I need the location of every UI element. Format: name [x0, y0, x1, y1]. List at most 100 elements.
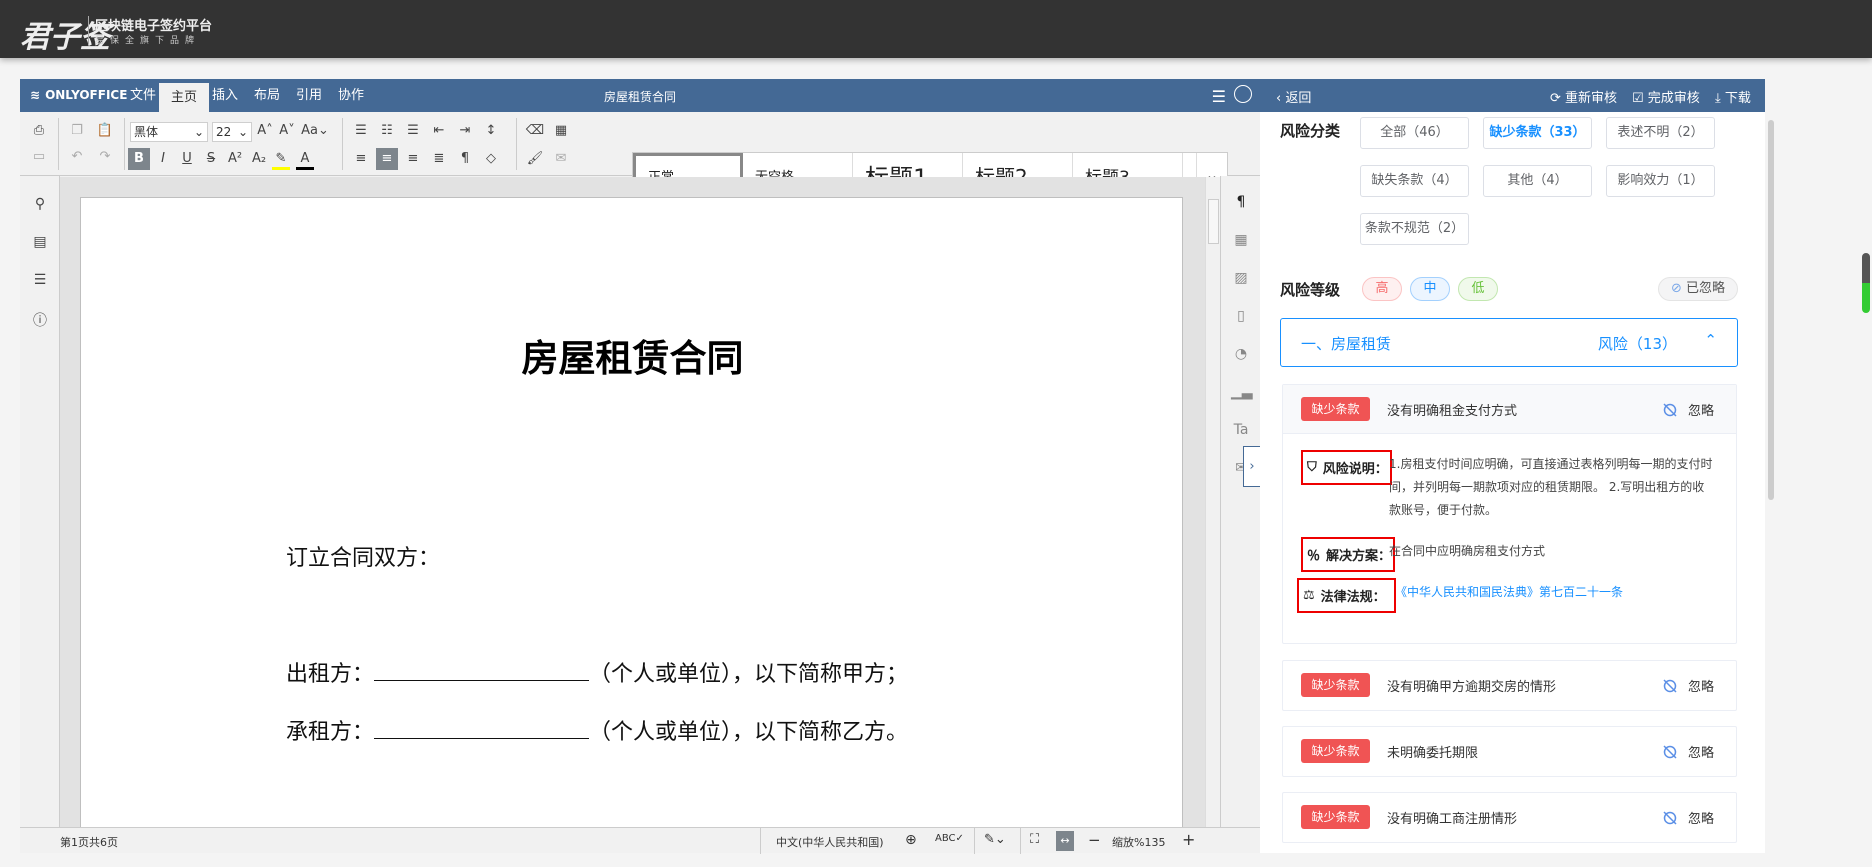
page-scrollbar[interactable] [1862, 253, 1870, 313]
ignore-button[interactable]: 忽略 [1662, 676, 1714, 695]
decrease-indent-icon[interactable]: ⇤ [428, 120, 450, 142]
redo-icon[interactable]: ↷ [94, 146, 116, 168]
ignored-filter-button[interactable]: ⊘ 已忽略 [1658, 277, 1738, 301]
risk-card[interactable]: 缺少条款 没有明确甲方逾期交房的情形 忽略 [1282, 660, 1737, 711]
law-link[interactable]: 《中华人民共和国民法典》第七百二十一条 [1395, 581, 1716, 604]
zoom-out-button[interactable]: − [1088, 831, 1101, 849]
numbering-icon[interactable]: ☷ [376, 120, 398, 142]
level-low[interactable]: 低 [1458, 277, 1498, 301]
review-panel: ‹ 返回 ⟳ 重新审核 ☑ 完成审核 ⤓ 下载 风险分类 全部（46） 缺少条款… [1260, 79, 1765, 853]
search-icon[interactable]: ⚲ [30, 196, 50, 216]
align-center-icon[interactable]: ≡ [376, 148, 398, 170]
textart-settings-icon[interactable]: Ta [1231, 422, 1251, 442]
document-scrollbar[interactable] [1205, 177, 1220, 827]
print-icon[interactable]: ⎙ [28, 120, 50, 142]
user-icon[interactable] [1234, 85, 1252, 103]
back-button[interactable]: ‹ 返回 [1276, 87, 1311, 106]
category-missing-clause[interactable]: 缺少条款（33） [1483, 117, 1592, 149]
category-all[interactable]: 全部（46） [1360, 117, 1469, 149]
multilevel-icon[interactable]: ☰ [402, 120, 424, 142]
italic-button[interactable]: I [152, 148, 174, 170]
category-validity[interactable]: 影响效力（1） [1606, 165, 1715, 197]
bold-button[interactable]: B [128, 148, 150, 170]
header-footer-icon[interactable]: ▯ [1231, 308, 1251, 328]
strikethrough-button[interactable]: S [200, 148, 222, 170]
globe-icon[interactable]: ⊕ [905, 832, 917, 848]
ignore-button[interactable]: 忽略 [1662, 742, 1714, 761]
category-other[interactable]: 其他（4） [1483, 165, 1592, 197]
spellcheck-icon[interactable]: ABC✓ [935, 833, 964, 844]
level-high[interactable]: 高 [1362, 277, 1402, 301]
document-canvas[interactable]: 房屋租赁合同 订立合同双方： 出租方： （个人或单位），以下简称甲方； 承租方： （… [60, 177, 1205, 827]
risk-tag: 缺少条款 [1301, 805, 1370, 829]
track-changes-icon[interactable]: ✎⌄ [984, 832, 1006, 847]
document-page[interactable]: 房屋租赁合同 订立合同双方： 出租方： （个人或单位），以下简称甲方； 承租方： （… [80, 197, 1183, 827]
menu-icon[interactable]: ☰ [1212, 87, 1226, 106]
line-spacing-icon[interactable]: ↕ [480, 120, 502, 142]
mail-merge-icon[interactable]: ✉ [550, 148, 572, 170]
font-size-select[interactable]: 22 ⌄ [212, 122, 252, 142]
paragraph-mark-icon[interactable]: ¶ [454, 148, 476, 170]
divider [1020, 828, 1021, 854]
shape-settings-icon[interactable]: ◔ [1231, 346, 1251, 366]
save-icon[interactable]: ▭ [28, 146, 50, 168]
risk-card[interactable]: 缺少条款 没有明确工商注册情形 忽略 [1282, 792, 1737, 843]
color-scheme-icon[interactable]: ▦ [550, 120, 572, 142]
paragraph-settings-icon[interactable]: ¶ [1231, 194, 1251, 214]
align-left-icon[interactable]: ≡ [350, 148, 372, 170]
subscript-button[interactable]: A₂ [248, 148, 270, 170]
ignore-button[interactable]: 忽略 [1662, 400, 1714, 419]
info-icon[interactable]: ⓘ [30, 310, 50, 330]
tab-collaboration[interactable]: 协作 [326, 79, 376, 112]
language-select[interactable]: 中文(中华人民共和国) [776, 834, 884, 850]
recheck-button[interactable]: ⟳ 重新审核 [1550, 87, 1617, 106]
section-header[interactable]: 一、房屋租赁 风险（13） ⌃ [1280, 318, 1738, 367]
fit-width-icon[interactable]: ↔ [1056, 831, 1074, 851]
complete-review-button[interactable]: ☑ 完成审核 [1632, 87, 1700, 106]
comment-icon[interactable]: ▤ [30, 234, 50, 254]
category-nonstandard[interactable]: 条款不规范（2） [1360, 213, 1469, 245]
chart-settings-icon[interactable]: ▁▃ [1231, 384, 1253, 404]
zoom-in-button[interactable]: + [1182, 830, 1195, 849]
highlight-icon[interactable]: ✎ [272, 148, 290, 170]
fit-page-icon[interactable]: ⛶ [1030, 832, 1039, 847]
superscript-button[interactable]: A² [224, 148, 246, 170]
party-text: （个人或单位），以下简称乙方。 [589, 720, 909, 745]
risk-card[interactable]: 缺少条款 未明确委托期限 忽略 [1282, 726, 1737, 777]
image-settings-icon[interactable]: ▨ [1231, 270, 1251, 290]
ignore-button[interactable]: 忽略 [1662, 808, 1714, 827]
format-painter-icon[interactable]: 🖌 [524, 148, 546, 170]
change-case-icon[interactable]: Aa⌄ [300, 120, 330, 142]
document-editor: ≋ ONLYOFFICE 房屋租赁合同 文件 主页 插入 布局 引用 协作 ☰ ⎙… [20, 79, 1261, 854]
level-medium[interactable]: 中 [1410, 277, 1450, 301]
panel-scrollbar[interactable] [1768, 120, 1774, 500]
underline-button[interactable]: U [176, 148, 198, 170]
chevron-up-icon[interactable]: ⌃ [1704, 331, 1717, 349]
align-right-icon[interactable]: ≡ [402, 148, 424, 170]
bullets-icon[interactable]: ☰ [350, 120, 372, 142]
font-color-icon[interactable]: A [296, 148, 314, 170]
increase-indent-icon[interactable]: ⇥ [454, 120, 476, 142]
shading-icon[interactable]: ◇ [480, 148, 502, 170]
scrollbar-thumb[interactable] [1208, 199, 1219, 244]
increase-font-icon[interactable]: A˄ [254, 120, 276, 142]
download-button[interactable]: ⤓ 下载 [1715, 87, 1751, 106]
category-unclear[interactable]: 表述不明（2） [1606, 117, 1715, 149]
risk-card-header[interactable]: 缺少条款 没有明确租金支付方式 忽略 [1283, 385, 1736, 434]
decrease-font-icon[interactable]: A˅ [276, 120, 298, 142]
clear-format-icon[interactable]: ⌫ [524, 120, 546, 142]
solution-icon: ％ [1307, 549, 1321, 564]
collapse-panel-button[interactable]: › [1243, 446, 1261, 487]
font-name-select[interactable]: 黑体 ⌄ [130, 122, 208, 142]
risk-description-label: ⛉ 风险说明： [1301, 450, 1392, 485]
undo-icon[interactable]: ↶ [66, 146, 88, 168]
category-lacking-clause[interactable]: 缺失条款（4） [1360, 165, 1469, 197]
copy-icon[interactable]: ❐ [66, 120, 88, 142]
ignore-label: 忽略 [1687, 404, 1714, 419]
table-settings-icon[interactable]: ▦ [1231, 232, 1251, 252]
right-sidebar: ¶ ▦ ▨ ▯ ◔ ▁▃ Ta ✉ [1220, 176, 1260, 827]
navigation-icon[interactable]: ☰ [30, 272, 50, 292]
justify-icon[interactable]: ≣ [428, 148, 450, 170]
paste-icon[interactable]: 📋 [94, 120, 116, 142]
back-label: 返回 [1285, 91, 1312, 106]
